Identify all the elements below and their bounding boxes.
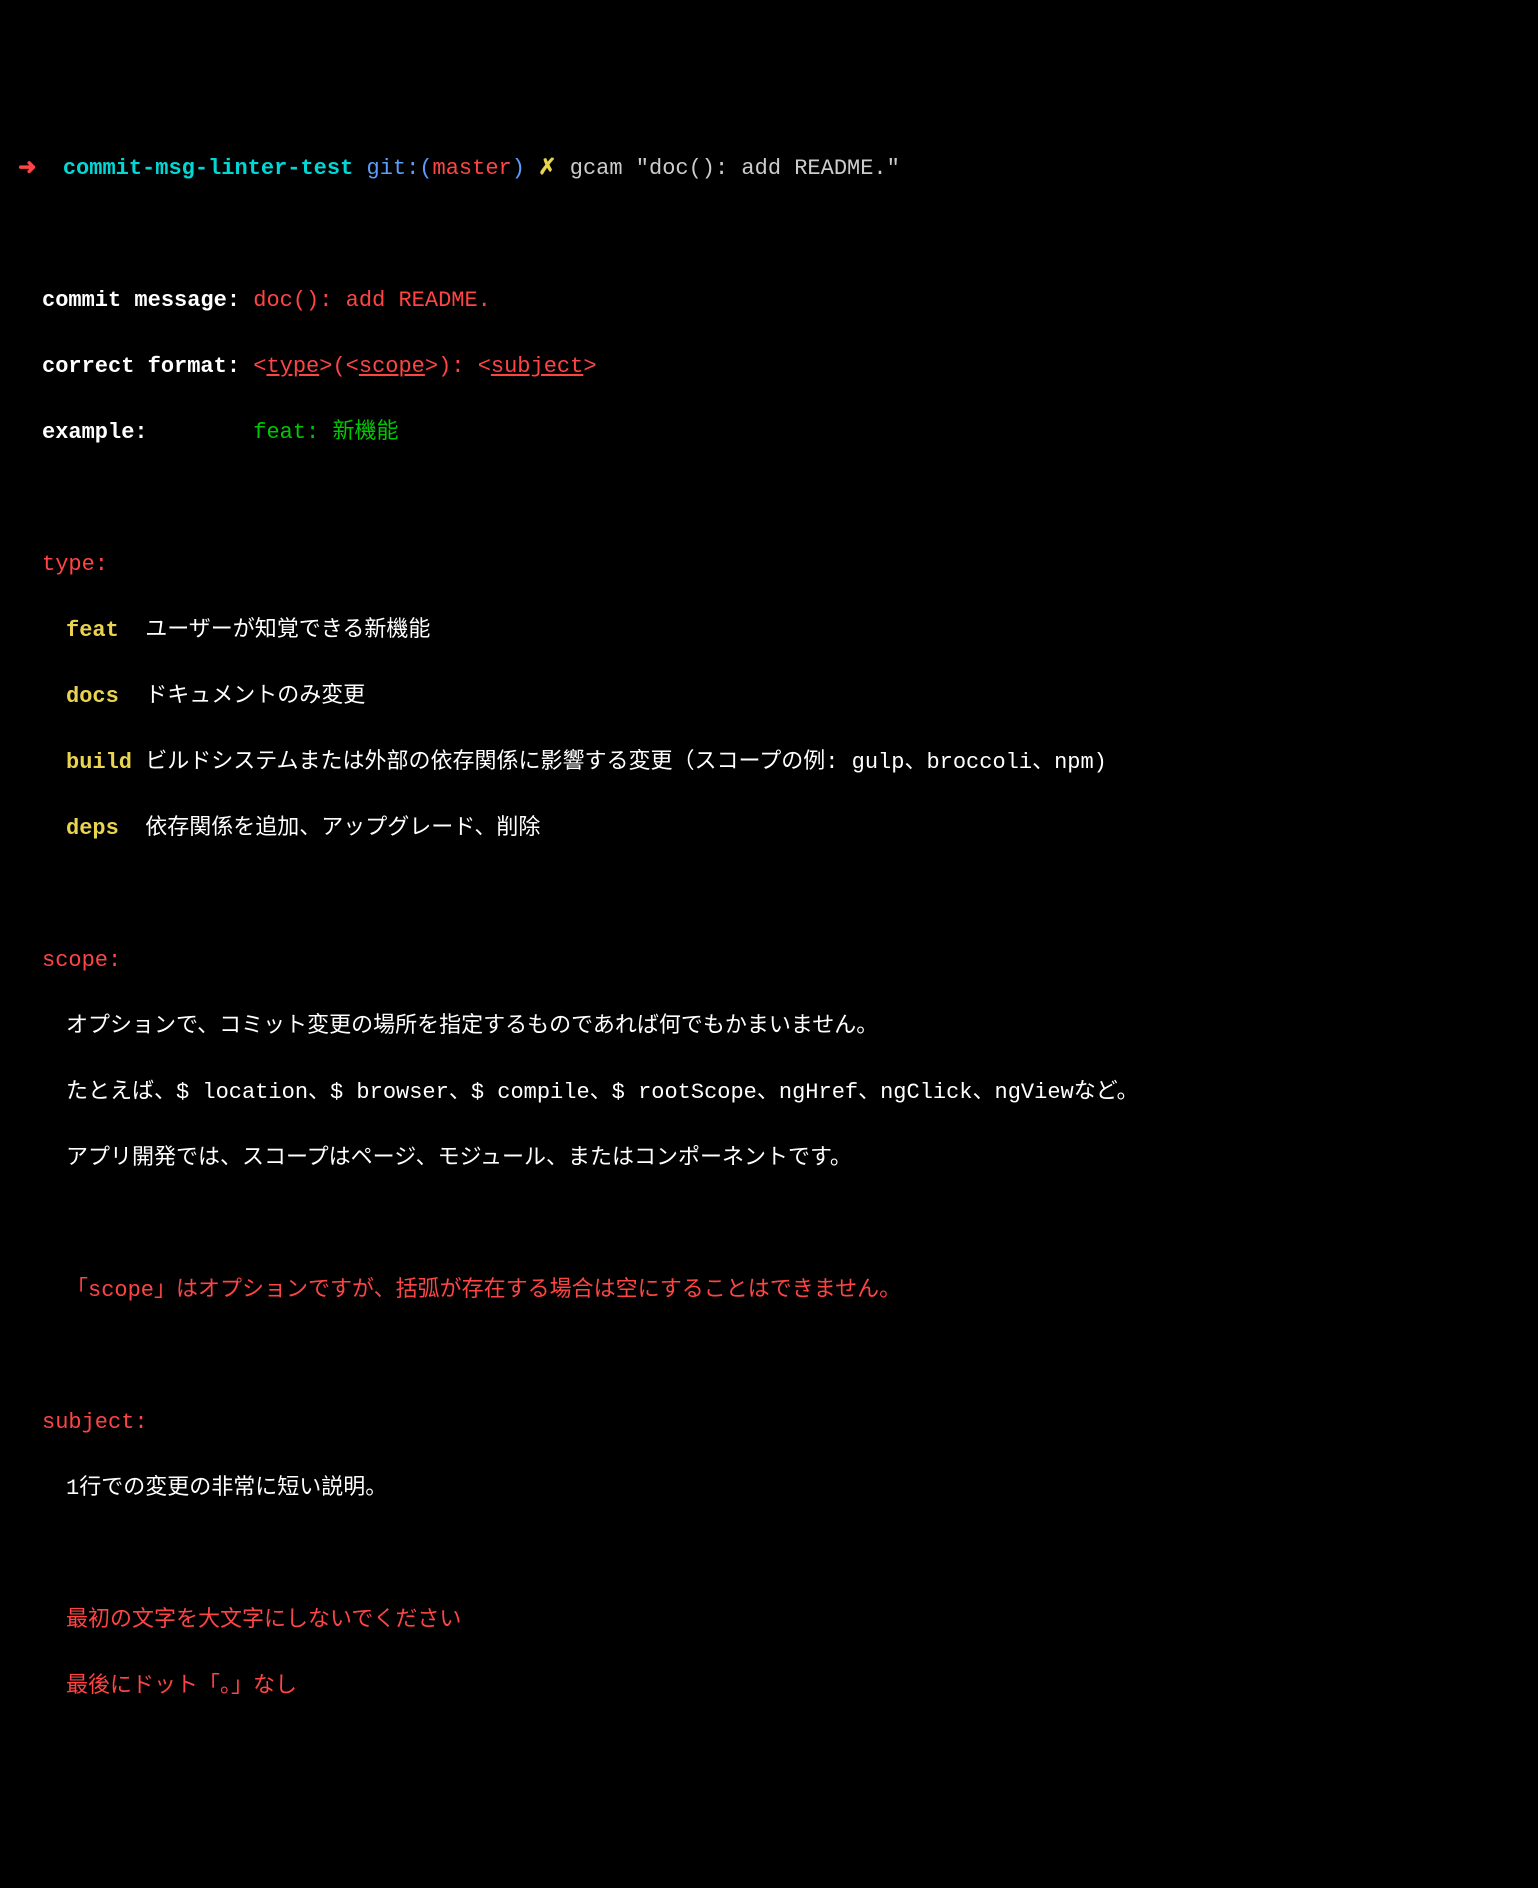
type-item: docs ドキュメントのみ変更: [18, 680, 1518, 713]
arrow-icon: ➜: [18, 156, 36, 181]
type-name: build: [66, 750, 132, 775]
commit-message-value: doc(): add README.: [253, 288, 491, 313]
format-m1: >(<: [319, 354, 359, 379]
example-type: feat:: [253, 420, 319, 445]
type-name: docs: [66, 684, 132, 709]
scope-header: scope:: [18, 944, 1518, 977]
subject-warning: 最初の文字を大文字にしないでください: [18, 1604, 1518, 1637]
commit-message-label: commit message:: [42, 288, 240, 313]
type-desc: ユーザーが知覚できる新機能: [132, 618, 430, 643]
subject-header: subject:: [18, 1406, 1518, 1439]
format-l: <: [253, 354, 266, 379]
commit-message-line: commit message: doc(): add README.: [18, 284, 1518, 317]
scope-line: たとえば、$ location、$ browser、$ compile、$ ro…: [18, 1076, 1518, 1109]
type-name: feat: [66, 618, 132, 643]
type-name: deps: [66, 816, 132, 841]
example-label: example:: [42, 420, 148, 445]
type-item: build ビルドシステムまたは外部の依存関係に影響する変更（スコープの例: g…: [18, 746, 1518, 779]
git-suffix: ): [512, 156, 525, 181]
blank-line: [18, 218, 1518, 251]
prompt-line: ➜ commit-msg-linter-test git:(master) ✗ …: [18, 152, 1518, 185]
correct-format-line: correct format: <type>(<scope>): <subjec…: [18, 350, 1518, 383]
git-branch: master: [433, 156, 512, 181]
type-desc: ビルドシステムまたは外部の依存関係に影響する変更（スコープの例: gulp、br…: [132, 750, 1107, 775]
command-text: gcam "doc(): add README.": [570, 156, 900, 181]
format-type: type: [266, 354, 319, 379]
blank-line: [18, 1538, 1518, 1571]
subject-warning: 最後にドット「。」なし: [18, 1670, 1518, 1703]
type-desc: ドキュメントのみ変更: [132, 684, 365, 709]
correct-format-label: correct format:: [42, 354, 240, 379]
type-item: deps 依存関係を追加、アップグレード、削除: [18, 812, 1518, 845]
scope-warning: 「scope」はオプションですが、括弧が存在する場合は空にすることはできません。: [18, 1274, 1518, 1307]
example-desc: 新機能: [332, 420, 398, 445]
scope-line: アプリ開発では、スコープはページ、モジュール、またはコンポーネントです。: [18, 1142, 1518, 1175]
blank-line: [18, 1340, 1518, 1373]
blank-line: [18, 1208, 1518, 1241]
example-line: example: feat: 新機能: [18, 416, 1518, 449]
blank-line: [18, 482, 1518, 515]
format-r: >: [583, 354, 596, 379]
git-prefix: git:(: [367, 156, 433, 181]
type-desc: 依存関係を追加、アップグレード、削除: [132, 816, 540, 841]
subject-line: 1行での変更の非常に短い説明。: [18, 1472, 1518, 1505]
type-item: feat ユーザーが知覚できる新機能: [18, 614, 1518, 647]
format-m2: >): <: [425, 354, 491, 379]
format-scope: scope: [359, 354, 425, 379]
blank-line: [18, 878, 1518, 911]
prompt-dir: commit-msg-linter-test: [63, 156, 353, 181]
dirty-icon: ✗: [538, 156, 556, 181]
scope-line: オプションで、コミット変更の場所を指定するものであれば何でもかまいません。: [18, 1010, 1518, 1043]
type-header: type:: [18, 548, 1518, 581]
format-subject: subject: [491, 354, 583, 379]
